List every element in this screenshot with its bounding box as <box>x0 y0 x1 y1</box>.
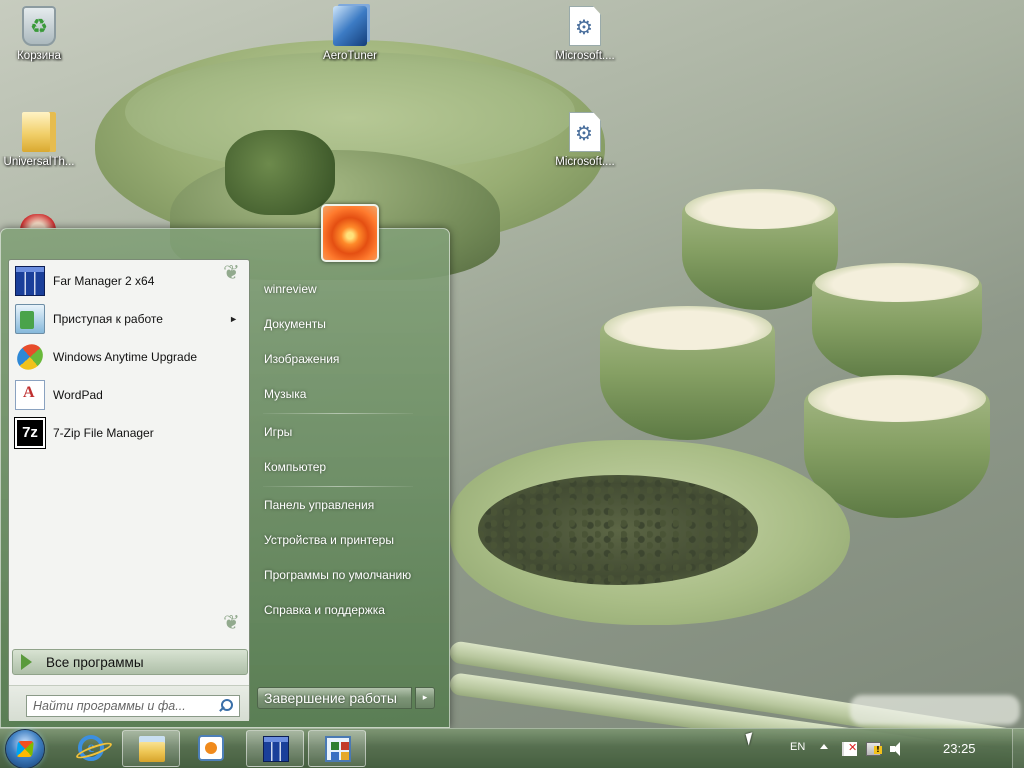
desktop-icon-label: AeroTuner <box>323 50 377 62</box>
desktop-icon-microsoft-2[interactable]: Microsoft.... <box>546 112 624 168</box>
shutdown-options-button[interactable]: ▸ <box>415 687 435 709</box>
config-file-icon <box>569 6 601 46</box>
desktop-icon-label: Microsoft.... <box>555 50 615 62</box>
separator <box>263 486 413 487</box>
place-help-support[interactable]: Справка и поддержка <box>257 595 437 625</box>
program-wordpad[interactable]: WordPad <box>12 377 248 413</box>
place-computer[interactable]: Компьютер <box>257 452 437 482</box>
wordpad-icon <box>15 380 45 410</box>
program-far-manager[interactable]: Far Manager 2 x64 <box>12 263 248 299</box>
network-warning-icon[interactable] <box>866 742 882 756</box>
program-windows-anytime-upgrade[interactable]: Windows Anytime Upgrade <box>12 339 248 375</box>
place-documents[interactable]: Документы <box>257 309 437 339</box>
desktop-icon-label: Microsoft.... <box>555 156 615 168</box>
desktop-icon-microsoft-1[interactable]: Microsoft.... <box>546 6 624 62</box>
place-music[interactable]: Музыка <box>257 379 437 409</box>
program-label: WordPad <box>53 388 103 402</box>
search-icon[interactable] <box>217 698 233 714</box>
program-label: Windows Anytime Upgrade <box>53 350 198 364</box>
far-manager-icon <box>15 266 45 296</box>
place-games[interactable]: Игры <box>257 417 437 447</box>
control-panel-icon <box>325 736 351 762</box>
program-label: 7-Zip File Manager <box>53 426 154 440</box>
place-user-folder[interactable]: winreview <box>257 274 437 304</box>
taskbar-internet-explorer[interactable]: e <box>62 730 120 767</box>
folder-icon <box>139 736 165 762</box>
taskbar-far-manager[interactable] <box>246 730 304 767</box>
submenu-arrow-icon[interactable]: ► <box>229 314 238 324</box>
all-programs-button[interactable]: Все программы <box>12 649 248 675</box>
search-area <box>9 685 249 721</box>
internet-explorer-icon: e <box>78 735 104 761</box>
taskbar-control-panel[interactable] <box>308 730 366 767</box>
place-control-panel[interactable]: Панель управления <box>257 490 437 520</box>
folder-icon <box>22 112 56 152</box>
all-programs-label: Все программы <box>46 654 144 670</box>
user-picture-flower[interactable] <box>321 204 379 262</box>
desktop-icon-label: Корзина <box>17 50 61 62</box>
start-menu-programs-pane: Far Manager 2 x64 Приступая к работе ► W… <box>8 259 250 721</box>
desktop-icon-universalth[interactable]: UniversalTh... <box>0 112 78 168</box>
program-label: Far Manager 2 x64 <box>53 274 155 288</box>
media-player-icon <box>198 735 224 761</box>
program-label: Приступая к работе <box>53 312 163 326</box>
desktop-icon-aerotuner[interactable]: AeroTuner <box>311 6 389 62</box>
desktop-icon-recycle-bin[interactable]: Корзина <box>0 6 78 62</box>
7zip-icon: 7z <box>15 418 45 448</box>
start-button[interactable] <box>6 730 44 768</box>
clock[interactable]: 23:25 <box>943 741 976 756</box>
place-default-programs[interactable]: Программы по умолчанию <box>257 560 437 590</box>
bamboo-decoration-icon: ❦ <box>223 610 240 634</box>
bamboo-decoration-icon: ❦ <box>223 260 240 284</box>
getting-started-icon <box>15 304 45 334</box>
play-arrow-icon <box>21 654 32 670</box>
show-desktop-button[interactable] <box>1012 729 1024 768</box>
recycle-bin-icon <box>22 6 56 46</box>
place-pictures[interactable]: Изображения <box>257 344 437 374</box>
windows-logo-icon <box>15 344 45 370</box>
action-center-flag-icon[interactable] <box>842 741 857 756</box>
language-indicator[interactable]: EN <box>790 741 805 753</box>
far-manager-icon <box>263 736 289 762</box>
shutdown-button[interactable]: Завершение работы <box>257 687 412 709</box>
taskbar: e EN 23:25 <box>0 728 1024 768</box>
program-getting-started[interactable]: Приступая к работе ► <box>12 301 248 337</box>
start-menu: Far Manager 2 x64 Приступая к работе ► W… <box>0 204 450 728</box>
config-file-icon <box>569 112 601 152</box>
desktop-icon-label: UniversalTh... <box>3 156 75 168</box>
place-devices-printers[interactable]: Устройства и принтеры <box>257 525 437 555</box>
volume-icon[interactable] <box>890 742 905 756</box>
show-hidden-icons-icon[interactable] <box>820 744 828 749</box>
separator <box>263 413 413 414</box>
taskbar-media-player[interactable] <box>182 730 240 767</box>
search-input[interactable] <box>26 695 240 717</box>
aerotuner-icon <box>333 6 367 46</box>
taskbar-windows-explorer[interactable] <box>122 730 180 767</box>
program-7zip[interactable]: 7z 7-Zip File Manager <box>12 415 248 451</box>
